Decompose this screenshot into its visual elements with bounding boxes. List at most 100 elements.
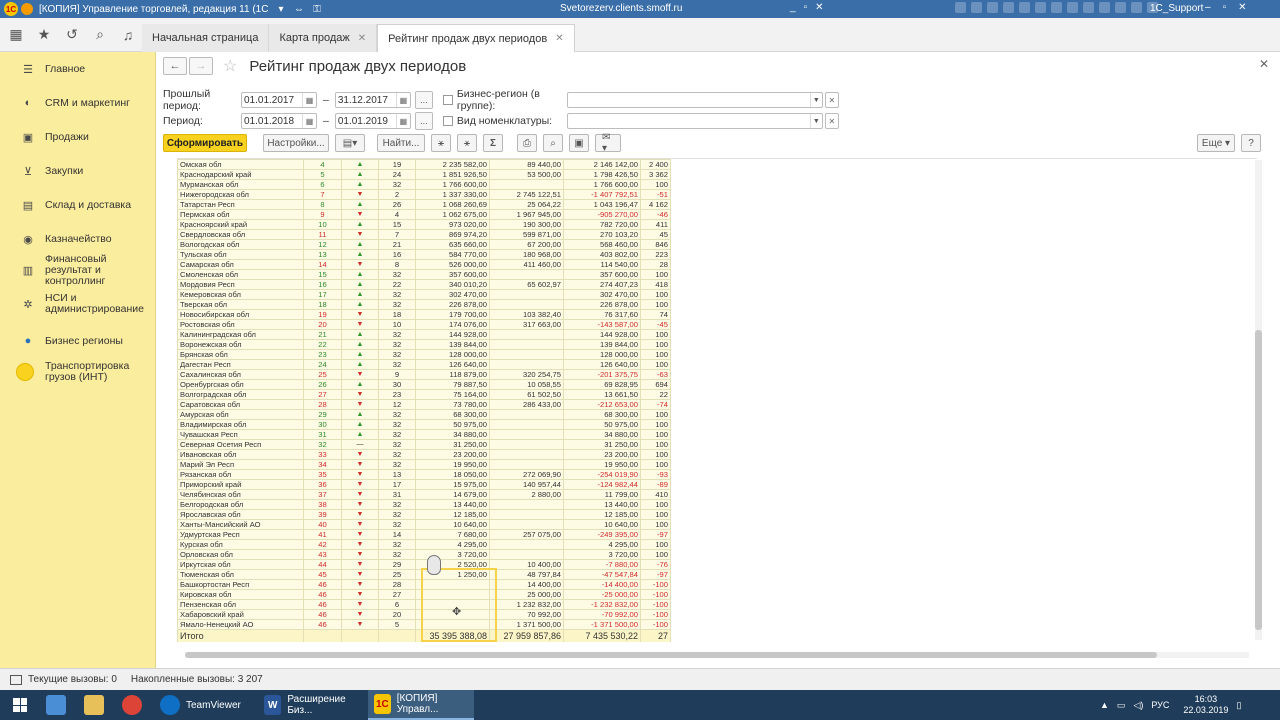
sales-diff[interactable]: -1 371 500,00: [563, 619, 641, 630]
sys-minimize-button[interactable]: –: [1205, 2, 1211, 13]
sales-diff[interactable]: -7 880,00: [563, 559, 641, 570]
sales-current[interactable]: [415, 579, 490, 590]
trend-icon[interactable]: ▼: [341, 499, 379, 510]
horizontal-scrollbar[interactable]: [185, 652, 1249, 658]
clock[interactable]: 16:03 22.03.2019: [1183, 694, 1228, 716]
sales-diff[interactable]: -70 992,00: [563, 609, 641, 620]
sidebar-item-finance[interactable]: ▥ Финансовый результат и контроллинг: [0, 253, 156, 286]
rank-current[interactable]: 28: [303, 399, 342, 410]
rank-current[interactable]: 16: [303, 279, 342, 290]
sales-diff[interactable]: -201 375,75: [563, 369, 641, 380]
sales-current[interactable]: 23 200,00: [415, 449, 490, 460]
minimize-button[interactable]: _: [790, 2, 796, 13]
period-select-button[interactable]: ...: [414, 91, 433, 109]
growth-percent[interactable]: 411: [640, 219, 671, 230]
growth-percent[interactable]: -51: [640, 189, 671, 200]
trend-icon[interactable]: ▼: [341, 209, 379, 220]
sales-diff[interactable]: 144 928,00: [563, 329, 641, 340]
trend-icon[interactable]: ▲: [341, 329, 379, 340]
save-icon[interactable]: ▣: [569, 134, 589, 152]
taskbar-chrome[interactable]: [116, 690, 154, 720]
rank-previous[interactable]: 21: [378, 239, 416, 250]
trend-icon[interactable]: ▲: [341, 419, 379, 430]
trend-icon[interactable]: ▼: [341, 399, 379, 410]
region-name[interactable]: Тюменская обл: [177, 569, 304, 580]
sales-previous[interactable]: [489, 179, 564, 190]
sales-current[interactable]: 139 844,00: [415, 339, 490, 350]
rank-previous[interactable]: 32: [378, 449, 416, 460]
growth-percent[interactable]: 22: [640, 389, 671, 400]
region-name[interactable]: Мурманская обл: [177, 179, 304, 190]
region-name[interactable]: Ярославская обл: [177, 509, 304, 520]
growth-percent[interactable]: -63: [640, 369, 671, 380]
sales-diff[interactable]: 403 802,00: [563, 249, 641, 260]
sales-previous[interactable]: [489, 429, 564, 440]
sales-current[interactable]: 1 062 675,00: [415, 209, 490, 220]
sales-previous[interactable]: [489, 339, 564, 350]
sales-current[interactable]: 68 300,00: [415, 409, 490, 420]
tab-sales-rating[interactable]: Рейтинг продаж двух периодов ✕: [377, 24, 575, 52]
rank-current[interactable]: 34: [303, 459, 342, 470]
growth-percent[interactable]: 100: [640, 509, 671, 520]
trend-icon[interactable]: ▲: [341, 159, 379, 170]
sales-current[interactable]: 179 700,00: [415, 309, 490, 320]
sales-diff[interactable]: 12 185,00: [563, 509, 641, 520]
variants-icon[interactable]: ▤▾: [335, 134, 365, 152]
rank-current[interactable]: 25: [303, 369, 342, 380]
growth-percent[interactable]: 4 162: [640, 199, 671, 210]
region-name[interactable]: Оренбургская обл: [177, 379, 304, 390]
sales-current[interactable]: [415, 589, 490, 600]
sidebar-item-purchases[interactable]: ⊻ Закупки: [0, 162, 156, 180]
sales-current[interactable]: 584 770,00: [415, 249, 490, 260]
sales-previous[interactable]: 411 460,00: [489, 259, 564, 270]
rank-current[interactable]: 29: [303, 409, 342, 420]
trend-icon[interactable]: ▼: [341, 369, 379, 380]
sales-current[interactable]: 1 068 260,69: [415, 199, 490, 210]
growth-percent[interactable]: -45: [640, 319, 671, 330]
region-name[interactable]: Ивановская обл: [177, 449, 304, 460]
trend-icon[interactable]: ▲: [341, 359, 379, 370]
m-minus-icon[interactable]: [1099, 2, 1110, 13]
rank-current[interactable]: 18: [303, 299, 342, 310]
growth-percent[interactable]: 100: [640, 459, 671, 470]
sales-diff[interactable]: -47 547,84: [563, 569, 641, 580]
growth-percent[interactable]: 100: [640, 439, 671, 450]
rank-current[interactable]: 45: [303, 569, 342, 580]
sales-current[interactable]: 4 295,00: [415, 539, 490, 550]
nomenclature-checkbox[interactable]: [442, 116, 453, 126]
sales-previous[interactable]: 25 000,00: [489, 589, 564, 600]
sales-previous[interactable]: 257 075,00: [489, 529, 564, 540]
sales-previous[interactable]: 65 602,97: [489, 279, 564, 290]
growth-percent[interactable]: 418: [640, 279, 671, 290]
region-name[interactable]: Орловская обл: [177, 549, 304, 560]
rank-current[interactable]: 23: [303, 349, 342, 360]
sales-current[interactable]: [415, 619, 490, 630]
rank-current[interactable]: 33: [303, 449, 342, 460]
prev-to-field[interactable]: ▦: [334, 92, 411, 108]
sales-previous[interactable]: [489, 519, 564, 530]
growth-percent[interactable]: 100: [640, 339, 671, 350]
attach-icon[interactable]: [1003, 2, 1014, 13]
rank-previous[interactable]: 32: [378, 339, 416, 350]
sales-current[interactable]: 226 878,00: [415, 299, 490, 310]
trend-icon[interactable]: —: [341, 439, 379, 450]
sales-diff[interactable]: 114 540,00: [563, 259, 641, 270]
growth-percent[interactable]: -97: [640, 529, 671, 540]
save-icon[interactable]: [955, 2, 966, 13]
rank-current[interactable]: 46: [303, 589, 342, 600]
rank-current[interactable]: 17: [303, 289, 342, 300]
sales-previous[interactable]: [489, 409, 564, 420]
sum-icon[interactable]: Σ: [483, 134, 503, 152]
sales-current[interactable]: 144 928,00: [415, 329, 490, 340]
search-icon[interactable]: [987, 2, 998, 13]
sales-diff[interactable]: 11 799,00: [563, 489, 641, 500]
rank-previous[interactable]: 6: [378, 599, 416, 610]
growth-percent[interactable]: 100: [640, 519, 671, 530]
find-button[interactable]: Найти...: [377, 134, 425, 152]
sales-previous[interactable]: 2 745 122,51: [489, 189, 564, 200]
rank-current[interactable]: 11: [303, 229, 342, 240]
sidebar-item-main[interactable]: ☰ Главное: [0, 60, 156, 78]
period-to-input[interactable]: [335, 114, 396, 128]
lock-icon[interactable]: ⚿: [311, 3, 323, 15]
sales-current[interactable]: 2 235 582,00: [415, 159, 490, 170]
